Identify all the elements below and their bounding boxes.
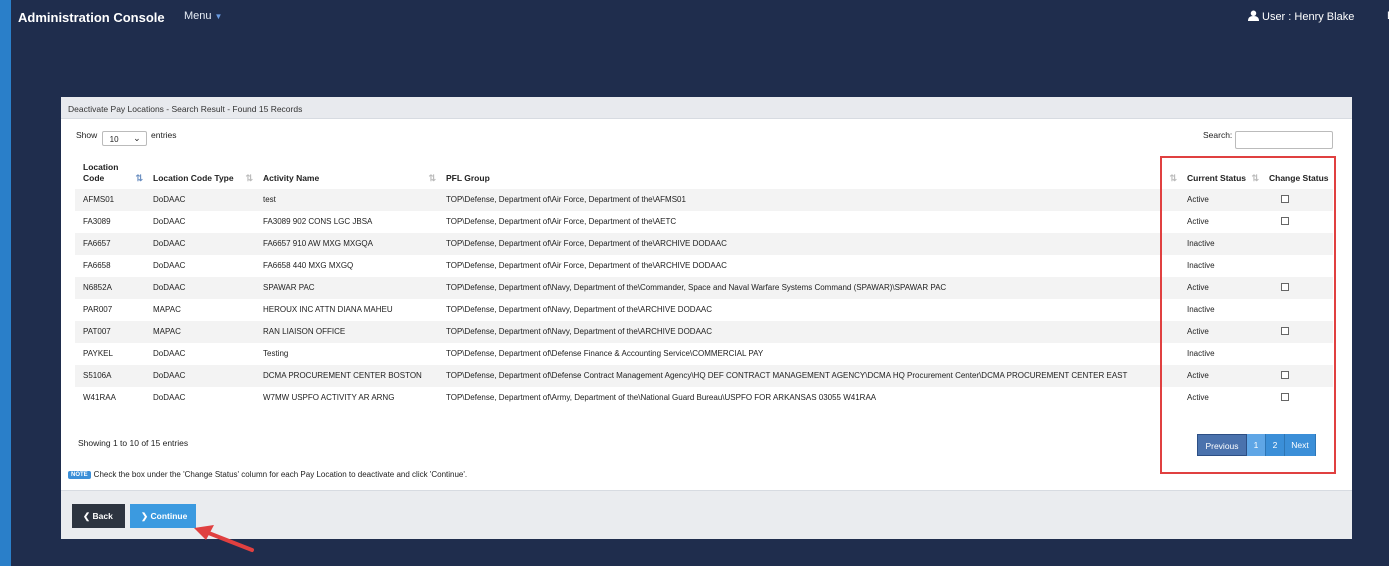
location-type-cell: DoDAAC (153, 217, 186, 226)
activity-name-cell: HEROUX INC ATTN DIANA MAHEU (263, 305, 393, 314)
pfl-group-cell: TOP\Defense, Department of\Defense Contr… (438, 365, 1179, 387)
location-type-cell: DoDAAC (153, 261, 186, 270)
sort-asc-icon: ⇅ (135, 173, 143, 183)
table-row: W41RAA DoDAAC W7MW USPFO ACTIVITY AR ARNG T… (75, 387, 1333, 409)
status-columns-highlight (1160, 156, 1336, 474)
table-header-row: Location Code ⇅ Location Code Type ⇅ Activ… (75, 159, 1333, 189)
activity-name-cell: Testing (263, 349, 289, 358)
pfl-group-cell: TOP\Defense, Department of\Air Force, De… (446, 261, 727, 270)
pfl-group-cell: TOP\Defense, Department of\Air Force, De… (438, 233, 1179, 255)
page-size-control: Show 10 ⌄ entries (76, 130, 177, 146)
search-control: Search: (1203, 130, 1334, 149)
header-location-code[interactable]: Location Code ⇅ (75, 159, 145, 189)
pfl-group-cell: TOP\Defense, Department of\Navy, Departm… (438, 277, 1179, 299)
menu-label: Menu (184, 10, 212, 22)
header-location-code-type[interactable]: Location Code Type ⇅ (145, 159, 255, 189)
continue-button[interactable]: ❯ Continue (130, 504, 196, 528)
show-label: Show (76, 130, 98, 140)
location-type-cell: DoDAAC (145, 277, 255, 299)
location-code-cell: FA3089 (83, 217, 111, 226)
table-row: S5106A DoDAAC DCMA PROCUREMENT CENTER BOST… (75, 365, 1333, 387)
instruction-note: NOTE Check the box under the 'Change Stat… (68, 470, 467, 479)
header-activity-name[interactable]: Activity Name ⇅ (255, 159, 438, 189)
table-info: Showing 1 to 10 of 15 entries (78, 438, 189, 448)
top-navbar: Administration Console Menu ▼ User : Henr… (11, 0, 1389, 34)
panel-heading: Deactivate Pay Locations - Search Result… (61, 97, 1352, 119)
table-body: AFMS01 DoDAAC test TOP\Defense, Department … (75, 189, 1333, 409)
location-type-cell: DoDAAC (145, 233, 255, 255)
table-row: PAYKEL DoDAAC Testing TOP\Defense, Departme… (75, 343, 1333, 365)
activity-name-cell: SPAWAR PAC (255, 277, 438, 299)
caret-down-icon: ▼ (214, 12, 223, 21)
location-type-cell: MAPAC (145, 321, 255, 343)
table-row: AFMS01 DoDAAC test TOP\Defense, Department … (75, 189, 1333, 211)
page-size-select[interactable]: 10 ⌄ (101, 131, 147, 146)
note-text: Check the box under the 'Change Status' … (93, 470, 468, 479)
table-row: FA6657 DoDAAC FA6657 910 AW MXG MXGQA TOP\D… (75, 233, 1333, 255)
header-pfl-group[interactable]: PFL Group ⇅ (438, 159, 1179, 189)
location-code-cell: W41RAA (83, 393, 116, 402)
activity-name-cell: W7MW USPFO ACTIVITY AR ARNG (263, 393, 395, 402)
location-code-cell: S5106A (75, 365, 145, 387)
activity-name-cell: FA6658 440 MXG MXGQ (263, 261, 354, 270)
table-row: FA6658 DoDAAC FA6658 440 MXG MXGQ TOP\Defen… (75, 255, 1333, 277)
activity-name-cell: FA6657 910 AW MXG MXGQA (255, 233, 438, 255)
location-code-cell: N6852A (75, 277, 145, 299)
table-row: FA3089 DoDAAC FA3089 902 CONS LGC JBSA TOP\… (75, 211, 1333, 233)
pay-locations-table: Location Code ⇅ Location Code Type ⇅ Activ… (75, 159, 1333, 409)
table-controls: Show 10 ⌄ entries Search: (61, 119, 1352, 151)
pfl-group-cell: TOP\Defense, Department of\Air Force, De… (438, 189, 1179, 211)
location-code-cell: PAR007 (83, 305, 113, 314)
pfl-group-cell: TOP\Defense, Department of\Navy, Departm… (438, 321, 1179, 343)
pfl-group-cell: TOP\Defense, Department of\Air Force, De… (446, 217, 677, 226)
search-label: Search: (1203, 130, 1233, 140)
search-results-panel: Deactivate Pay Locations - Search Result… (61, 97, 1352, 539)
activity-name-cell: test (255, 189, 438, 211)
user-icon (1248, 10, 1259, 21)
back-button[interactable]: ❮ Back (72, 504, 125, 528)
activity-name-cell: DCMA PROCUREMENT CENTER BOSTON (255, 365, 438, 387)
location-code-cell: PAT007 (75, 321, 145, 343)
chevron-down-icon: ⌄ (133, 133, 141, 143)
table-row: PAT007 MAPAC RAN LIAISON OFFICE TOP\Defense… (75, 321, 1333, 343)
location-type-cell: DoDAAC (145, 189, 255, 211)
header-label: Location Code (83, 162, 119, 183)
note-badge: NOTE (68, 471, 91, 479)
location-type-cell: DoDAAC (145, 365, 255, 387)
user-menu[interactable]: User : Henry Blake (1248, 10, 1354, 23)
back-label: Back (92, 511, 113, 521)
location-code-cell: FA6658 (83, 261, 111, 270)
location-code-cell: PAYKEL (83, 349, 113, 358)
search-input[interactable] (1235, 130, 1334, 149)
location-type-cell: MAPAC (153, 305, 181, 314)
user-label: User : Henry Blake (1262, 11, 1355, 23)
activity-name-cell: FA3089 902 CONS LGC JBSA (263, 217, 373, 226)
sort-icon: ⇅ (245, 173, 253, 183)
left-edge-strip (0, 0, 11, 566)
header-label: Location Code Type (153, 173, 234, 183)
header-label: Activity Name (263, 173, 320, 183)
page-size-value: 10 (109, 135, 119, 144)
pfl-group-cell: TOP\Defense, Department of\Defense Finan… (446, 349, 764, 358)
sort-icon: ⇅ (428, 173, 436, 183)
activity-name-cell: RAN LIAISON OFFICE (255, 321, 438, 343)
location-type-cell: DoDAAC (153, 349, 186, 358)
app-title[interactable]: Administration Console (18, 10, 165, 25)
entries-label: entries (151, 130, 177, 140)
table-row: PAR007 MAPAC HEROUX INC ATTN DIANA MAHEU TO… (75, 299, 1333, 321)
pointer-arrow-icon (194, 525, 254, 552)
location-type-cell: DoDAAC (153, 393, 186, 402)
continue-label: Continue (150, 511, 188, 521)
header-label: PFL Group (446, 173, 490, 183)
pfl-group-cell: TOP\Defense, Department of\Navy, Departm… (446, 305, 713, 314)
menu-dropdown[interactable]: Menu ▼ (184, 10, 222, 22)
pfl-group-cell: TOP\Defense, Department of\Army, Departm… (446, 393, 877, 402)
location-code-cell: FA6657 (75, 233, 145, 255)
table-row: N6852A DoDAAC SPAWAR PAC TOP\Defense, Depar… (75, 277, 1333, 299)
location-code-cell: AFMS01 (75, 189, 145, 211)
